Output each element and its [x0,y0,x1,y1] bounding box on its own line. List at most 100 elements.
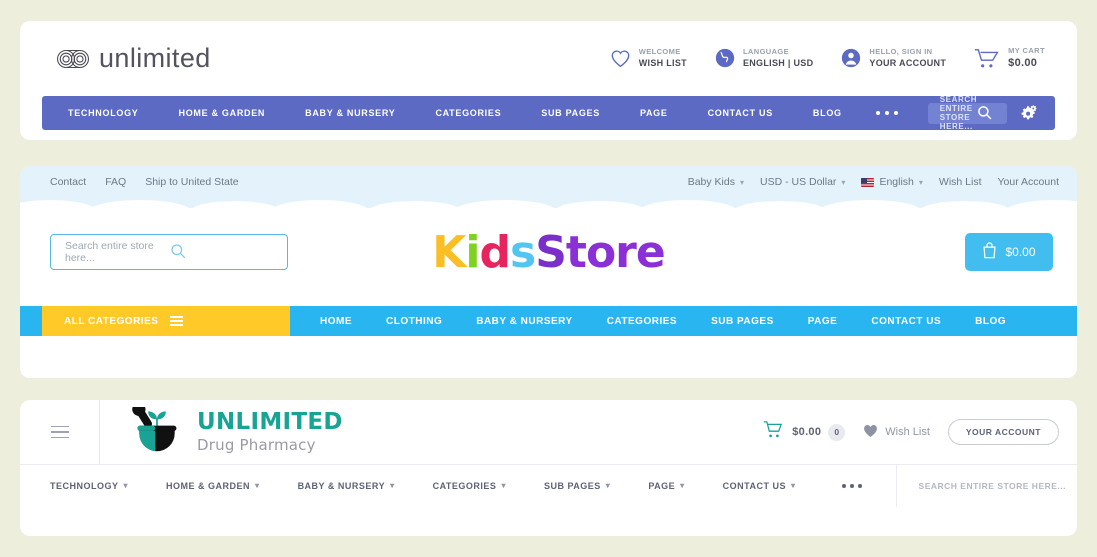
nav-item-home-garden[interactable]: HOME & GARDEN [179,108,266,118]
cart-link[interactable]: MY CART $0.00 [974,46,1045,71]
heart-icon [863,424,878,441]
nav-item-page[interactable]: PAGE [808,316,838,327]
pharmacy-topbar-right: $0.00 0 Wish List YOUR ACCOUNT [763,419,1059,445]
cart-top-label: MY CART [1008,46,1045,56]
header-pharmacy-panel: UNLIMITED Drug Pharmacy $0.00 0 Wish Lis… [20,400,1077,536]
nav-item-home-garden[interactable]: HOME & GARDEN ▾ [166,481,260,491]
nav-item-contact-us[interactable]: CONTACT US [708,108,773,118]
topbar-currency-selector[interactable]: USD - US Dollar ▾ [760,176,845,188]
language-top-label: LANGUAGE [742,47,790,57]
search-icon[interactable] [977,105,999,122]
nav-item-sub-pages[interactable]: SUB PAGES ▾ [544,481,610,491]
wishlist-top-label: WELCOME [638,47,681,57]
topbar-store-selector[interactable]: Baby Kids ▾ [688,176,744,188]
nav-item-baby-nursery[interactable]: BABY & NURSERY [305,108,395,118]
chevron-down-icon: ▾ [605,481,611,490]
topbar-wishlist-link[interactable]: Wish List [939,176,982,188]
pharmacy-cart[interactable]: $0.00 0 [763,420,846,444]
search-placeholder: SEARCH ENTIRE STORE HERE... [939,95,978,131]
pharmacy-logo[interactable]: UNLIMITED Drug Pharmacy [130,402,343,458]
nav-item-categories[interactable]: CATEGORIES [435,108,501,118]
topbar-link-shipping[interactable]: Ship to United State [145,176,238,188]
topbar-currency-label: USD - US Dollar [759,176,837,188]
search-box[interactable]: SEARCH ENTIRE STORE HERE... [927,95,1007,131]
nav-item-home[interactable]: HOME [320,316,352,327]
topbar-link-faq[interactable]: FAQ [105,176,126,188]
pharmacy-logo-line1: UNLIMITED [197,408,343,435]
account-top-label: HELLO, SIGN IN [869,47,933,57]
nav-item-page[interactable]: PAGE [640,108,668,118]
nav-more-icon[interactable] [875,111,898,115]
hamburger-icon [170,316,276,326]
language-bottom-label: ENGLISH | USD [742,58,814,69]
nav-item-label: HOME & GARDEN [166,480,251,491]
chevron-down-icon: ▾ [918,177,923,187]
nav-item-page[interactable]: PAGE ▾ [648,481,684,491]
nav-item-technology[interactable]: TECHNOLOGY ▾ [50,481,128,491]
kidsstore-logo-letter: s [509,226,536,278]
nav-item-blog[interactable]: BLOG [975,316,1006,327]
pharmacy-wishlist-label: Wish List [885,426,930,438]
account-bottom-label: YOUR ACCOUNT [869,58,947,69]
infinity-knot-icon [56,46,90,72]
pharmacy-logo-text: UNLIMITED Drug Pharmacy [197,408,343,454]
globe-icon [715,48,735,68]
nav-item-contact-us[interactable]: CONTACT US [871,316,941,327]
kidsstore-logo-letter: o [585,226,616,278]
kidsstore-topbar: Contact FAQ Ship to United State Baby Ki… [20,166,1077,198]
language-selector[interactable]: LANGUAGE ENGLISH | USD [715,47,813,69]
nav-item-sub-pages[interactable]: SUB PAGES [711,316,774,327]
pharmacy-cart-amount: $0.00 [792,426,822,438]
menu-button[interactable] [20,400,100,464]
bag-icon [982,242,997,262]
nav-item-label: CATEGORIES [432,480,497,491]
chevron-down-icon: ▾ [680,481,685,490]
kidsstore-logo-letter: S [535,226,567,278]
nav-item-baby-nursery[interactable]: BABY & NURSERY ▾ [298,481,395,491]
pharmacy-search-placeholder: SEARCH ENTIRE STORE HERE... [918,480,1067,491]
topbar-link-contact[interactable]: Contact [50,176,86,188]
hamburger-icon [50,425,69,439]
topbar-store-label: Baby Kids [687,176,735,188]
heart-icon [610,49,631,68]
all-categories-button[interactable]: ALL CATEGORIES [42,306,290,336]
all-categories-label: ALL CATEGORIES [64,315,159,327]
kidsstore-logo[interactable]: KidsStore [20,227,1077,278]
pharmacy-wishlist[interactable]: Wish List [863,424,930,441]
kidsstore-logo-letter: K [432,226,466,278]
nav-item-sub-pages[interactable]: SUB PAGES [541,108,600,118]
kidsstore-cart-button[interactable]: $0.00 [965,233,1053,271]
kidsstore-midbar: Search entire store here... KidsStore $0… [20,198,1077,306]
pharmacy-search-box[interactable]: SEARCH ENTIRE STORE HERE... [895,464,1077,507]
unlimited-logo[interactable]: unlimited [56,43,211,74]
topbar-language-selector[interactable]: English ▾ [861,176,923,188]
account-link[interactable]: HELLO, SIGN IN YOUR ACCOUNT [841,47,946,69]
us-flag-icon [861,177,875,187]
nav-item-categories[interactable]: CATEGORIES ▾ [433,481,506,491]
topbar-language-label: English [879,176,914,188]
wishlist-link[interactable]: WELCOME WISH LIST [610,47,687,69]
nav-item-blog[interactable]: BLOG [813,108,842,118]
cart-total: $0.00 [1008,57,1038,70]
nav-item-clothing[interactable]: CLOTHING [386,316,442,327]
chevron-down-icon: ▾ [501,481,506,490]
pharmacy-cart-count-badge: 0 [828,423,846,441]
nav-item-contact-us[interactable]: CONTACT US ▾ [723,481,796,491]
chevron-down-icon: ▾ [390,481,395,490]
nav-item-label: CONTACT US [722,480,787,491]
nav-item-baby-nursery[interactable]: BABY & NURSERY [476,316,572,327]
your-account-button[interactable]: YOUR ACCOUNT [947,419,1059,445]
mortar-pestle-icon [130,402,184,458]
topbar-account-link[interactable]: Your Account [998,176,1060,188]
chevron-down-icon: ▾ [739,177,744,187]
chevron-down-icon: ▾ [841,177,846,187]
nav-item-categories[interactable]: CATEGORIES [607,316,677,327]
chevron-down-icon: ▾ [255,481,260,490]
pharmacy-logo-line2: Drug Pharmacy [197,435,316,454]
header-unlimited-utilities: WELCOME WISH LIST LANGUAGE ENGLISH | USD [610,46,1045,71]
pharmacy-nav: TECHNOLOGY ▾ HOME & GARDEN ▾ BABY & NURS… [20,464,1077,507]
gears-icon[interactable] [1020,105,1037,121]
nav-more-icon[interactable] [841,483,862,488]
chevron-down-icon: ▾ [791,481,796,490]
nav-item-technology[interactable]: TECHNOLOGY [68,108,139,118]
